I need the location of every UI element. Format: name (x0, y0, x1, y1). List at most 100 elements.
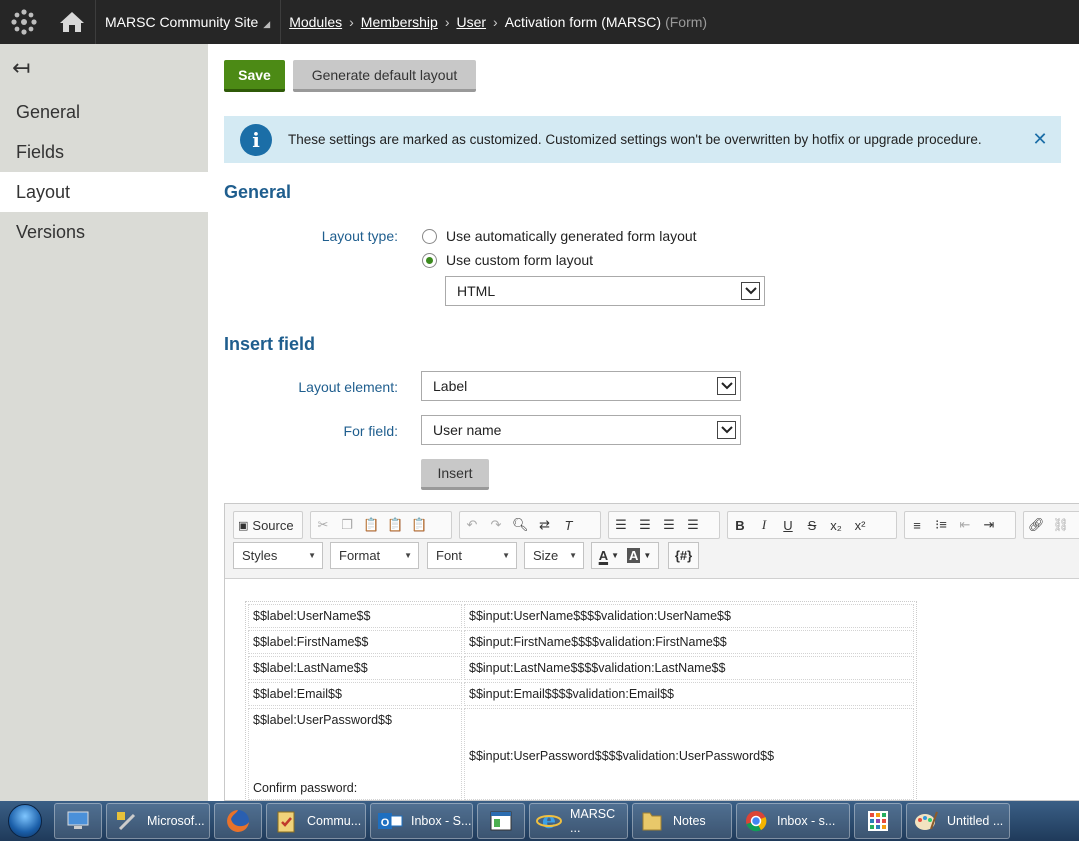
app-window: MARSC Community Site ◢ Modules › Members… (0, 0, 1079, 841)
superscript-icon[interactable]: x² (848, 512, 872, 538)
breadcrumb-modules[interactable]: Modules (289, 14, 342, 30)
taskbar-item[interactable]: Inbox - s... (736, 803, 850, 839)
taskbar-item[interactable]: Notes (632, 803, 732, 839)
styles-combo[interactable]: Styles ▼ (233, 542, 323, 569)
text-color-caret-icon[interactable]: ▼ (611, 551, 619, 560)
nav-item-versions[interactable]: Versions (0, 212, 208, 252)
taskbar-firefox[interactable] (214, 803, 262, 839)
close-icon[interactable]: ✕ (1025, 129, 1055, 150)
align-justify-icon[interactable]: ☰ (681, 512, 705, 538)
taskbar-item[interactable]: Microsof... (106, 803, 210, 839)
undo-icon[interactable]: ↶ (460, 512, 484, 538)
toolbar-group-source: ▣ Source (233, 511, 303, 539)
strike-icon[interactable]: S (800, 512, 824, 538)
chevron-down-icon (741, 282, 760, 300)
size-combo[interactable]: Size ▼ (524, 542, 584, 569)
table-row: $$label:LastName$$ $$input:LastName$$$$va… (248, 656, 914, 680)
layout-format-value: HTML (457, 283, 496, 299)
align-right-icon[interactable]: ☰ (657, 512, 681, 538)
chevron-down-icon (717, 377, 736, 395)
password-label: $$label:UserPassword$$ (253, 713, 392, 727)
taskbar-items: Microsof... Commu... O Inbox - S... e MARSC .… (102, 803, 1010, 839)
bold-icon[interactable]: B (728, 512, 752, 538)
cut-icon[interactable]: ✂ (311, 512, 335, 538)
paste-icon[interactable]: 📋 (359, 512, 383, 538)
taskbar-item-label: Notes (673, 814, 706, 828)
font-combo[interactable]: Font ▼ (427, 542, 517, 569)
nav-item-general[interactable]: General (0, 92, 208, 132)
layout-element-label: Layout element: (298, 379, 398, 395)
input-cell: $$input:LastName$$$$validation:LastName$… (464, 656, 914, 680)
source-icon: ▣ (238, 519, 249, 532)
nav-item-layout[interactable]: Layout (0, 172, 208, 212)
clipboard-icon (273, 808, 299, 834)
bg-color-icon[interactable]: A (627, 548, 641, 563)
nav-item-fields[interactable]: Fields (0, 132, 208, 172)
taskbar-network-app[interactable] (54, 803, 102, 839)
paste-word-icon[interactable]: 📋 (407, 512, 431, 538)
copy-icon[interactable]: ❐ (335, 512, 359, 538)
numbered-list-icon[interactable]: ≡ (905, 512, 929, 538)
link-icon[interactable]: 🔗︎ (1024, 512, 1049, 538)
taskbar-grid-app[interactable] (854, 803, 902, 839)
format-combo[interactable]: Format ▼ (330, 542, 419, 569)
italic-icon[interactable]: I (752, 512, 776, 538)
radio-auto-layout[interactable]: Use automatically generated form layout (422, 228, 697, 244)
insert-macro-button[interactable]: {#} (668, 542, 699, 569)
align-center-icon[interactable]: ☰ (633, 512, 657, 538)
start-button[interactable] (0, 801, 50, 841)
source-button[interactable]: ▣ Source (234, 512, 298, 538)
radio-custom-label: Use custom form layout (446, 252, 594, 268)
taskbar-app-window[interactable] (477, 803, 525, 839)
radio-custom-icon[interactable] (422, 252, 437, 268)
site-selector[interactable]: MARSC Community Site ◢ (96, 0, 282, 44)
generate-default-layout-button[interactable]: Generate default layout (293, 60, 476, 92)
find-icon[interactable]: 🔍︎ (508, 512, 533, 538)
kentico-logo-icon[interactable] (0, 0, 48, 44)
font-label: Font (436, 548, 463, 563)
text-color-icon[interactable]: A (599, 548, 608, 563)
taskbar-item[interactable]: e MARSC ... (529, 803, 628, 839)
folder-icon (639, 808, 665, 834)
breadcrumb-user[interactable]: User (456, 14, 486, 30)
indent-icon[interactable]: ⇥ (977, 512, 1001, 538)
underline-icon[interactable]: U (776, 512, 800, 538)
chevron-down-icon: ▼ (569, 551, 577, 560)
taskbar-item[interactable]: Commu... (266, 803, 366, 839)
radio-custom-layout[interactable]: Use custom form layout (422, 252, 593, 268)
editor-content[interactable]: $$label:UserName$$ $$input:UserName$$$$va… (225, 580, 1079, 800)
svg-text:O: O (381, 817, 390, 829)
paste-text-icon[interactable]: 📋 (383, 512, 407, 538)
layout-table: $$label:UserName$$ $$input:UserName$$$$va… (245, 601, 917, 800)
replace-icon[interactable]: ⇄ (533, 512, 557, 538)
bg-color-caret-icon[interactable]: ▼ (643, 551, 651, 560)
insert-button[interactable]: Insert (421, 459, 489, 490)
label-cell: $$label:Email$$ (248, 682, 462, 706)
radio-auto-icon[interactable] (422, 228, 437, 244)
top-bar: MARSC Community Site ◢ Modules › Members… (0, 0, 1079, 44)
size-label: Size (533, 548, 559, 563)
bulleted-list-icon[interactable]: ⁝≡ (929, 512, 953, 538)
taskbar-item[interactable]: O Inbox - S... (370, 803, 473, 839)
color-buttons: A ▼ A ▼ (591, 542, 659, 569)
chevron-down-icon: ▼ (404, 551, 412, 560)
for-field-select[interactable]: User name (421, 415, 741, 445)
app-window-icon (488, 808, 514, 834)
layout-format-select[interactable]: HTML (445, 276, 765, 306)
breadcrumb-current: Activation form (MARSC) (504, 14, 662, 30)
taskbar-item-label: Inbox - s... (777, 814, 836, 828)
back-arrow-icon[interactable]: ↤ (0, 44, 208, 92)
remove-format-icon[interactable]: T (557, 512, 581, 538)
home-icon[interactable] (48, 0, 96, 44)
unlink-icon[interactable]: ⛓ (1049, 512, 1074, 538)
taskbar-item[interactable]: Untitled ... (906, 803, 1010, 839)
site-caret-icon: ◢ (263, 18, 271, 29)
outdent-icon[interactable]: ⇤ (953, 512, 977, 538)
align-left-icon[interactable]: ☰ (609, 512, 633, 538)
layout-element-select[interactable]: Label (421, 371, 741, 401)
save-button[interactable]: Save (224, 60, 285, 92)
redo-icon[interactable]: ↷ (484, 512, 508, 538)
subscript-icon[interactable]: x₂ (824, 512, 848, 538)
breadcrumb-membership[interactable]: Membership (361, 14, 438, 30)
ie-icon: e (536, 808, 562, 834)
